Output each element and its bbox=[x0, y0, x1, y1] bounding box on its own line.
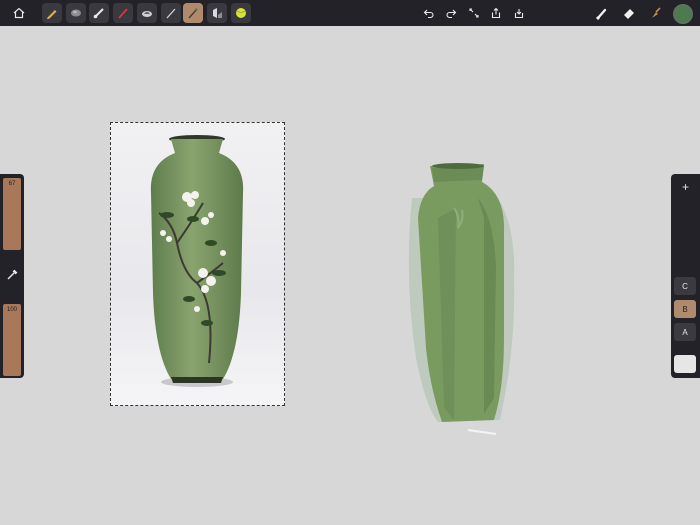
reference-image[interactable] bbox=[110, 122, 285, 406]
vase-photo bbox=[150, 135, 244, 387]
pencil-tool-icon[interactable] bbox=[42, 3, 62, 23]
brush-size-slider[interactable]: 67 bbox=[3, 178, 21, 250]
ball-tool-icon[interactable] bbox=[231, 3, 251, 23]
background-layer[interactable] bbox=[674, 355, 696, 373]
smudge-tool-icon[interactable] bbox=[66, 3, 86, 23]
brush-opacity-slider[interactable]: 100 bbox=[3, 304, 21, 376]
brush-size-value: 67 bbox=[8, 181, 16, 187]
layer-c[interactable]: C bbox=[674, 277, 696, 295]
redo-icon[interactable] bbox=[441, 3, 461, 23]
add-layer-button[interactable]: + bbox=[671, 180, 700, 194]
painted-vase bbox=[408, 163, 515, 435]
transform-icon[interactable] bbox=[464, 3, 484, 23]
brush-opacity-value: 100 bbox=[6, 307, 17, 313]
eraser-icon[interactable] bbox=[619, 3, 639, 23]
fine-brush-tool-icon[interactable] bbox=[161, 3, 181, 23]
selected-brush-tool-icon[interactable] bbox=[183, 3, 203, 23]
undo-icon[interactable] bbox=[419, 3, 439, 23]
stamp-tool-icon[interactable] bbox=[137, 3, 157, 23]
right-sidebar: + C B A bbox=[671, 174, 700, 378]
smudge-icon[interactable] bbox=[646, 3, 666, 23]
color-swatch-icon[interactable] bbox=[673, 4, 693, 24]
eyedropper-icon[interactable] bbox=[5, 268, 19, 282]
share-icon[interactable] bbox=[486, 3, 506, 23]
left-sidebar: 67 100 bbox=[0, 174, 24, 378]
home-icon[interactable] bbox=[9, 3, 29, 23]
red-pen-tool-icon[interactable] bbox=[113, 3, 133, 23]
layer-a[interactable]: A bbox=[674, 323, 696, 341]
fill-tool-icon[interactable] bbox=[207, 3, 227, 23]
paint-brush-icon[interactable] bbox=[592, 3, 612, 23]
top-toolbar bbox=[0, 0, 700, 26]
brush-tool-icon[interactable] bbox=[89, 3, 109, 23]
export-icon[interactable] bbox=[509, 3, 529, 23]
layer-b[interactable]: B bbox=[674, 300, 696, 318]
